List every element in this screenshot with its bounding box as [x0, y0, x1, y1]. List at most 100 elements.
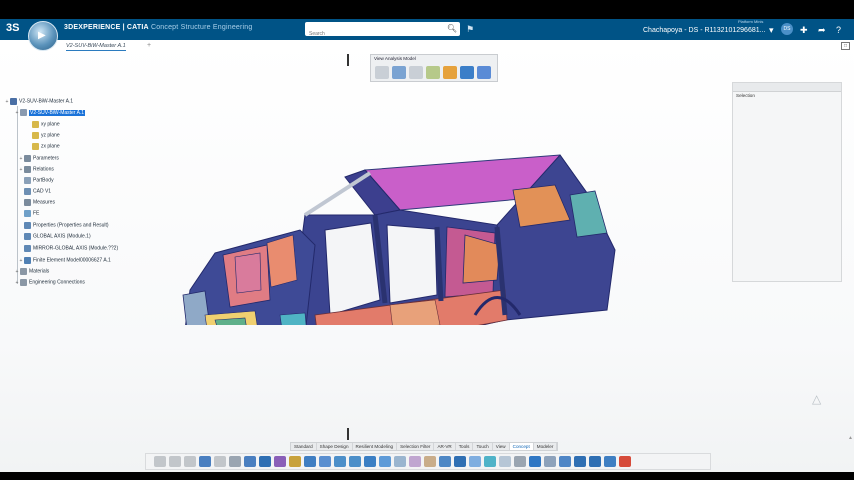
module-tab[interactable]: AR-VR [434, 443, 456, 450]
search-input[interactable] [305, 27, 445, 41]
tree-node[interactable]: MIRROR-GLOBAL AXIS (Module.??2) [18, 245, 118, 254]
tree-node-label[interactable]: Finite Element Model00006627 A.1 [33, 258, 111, 264]
tree-node-label[interactable]: yz plane [41, 133, 60, 139]
search-box[interactable]: 🔍︎ [305, 22, 460, 41]
action-tool-icon[interactable] [154, 456, 166, 467]
view-analysis-tool-icon[interactable] [443, 66, 457, 79]
action-tool-icon[interactable] [469, 456, 481, 467]
action-tool-icon[interactable] [409, 456, 421, 467]
action-tool-icon[interactable] [394, 456, 406, 467]
user-name[interactable]: Chachapoya - DS - R1132101296681... [643, 27, 765, 34]
tree-node[interactable]: + V2-SUV-BiW-Master A.1 [4, 98, 73, 107]
share-icon[interactable]: ➦ [818, 25, 826, 36]
tree-node-label[interactable]: Engineering Connections [29, 280, 85, 286]
tree-node[interactable]: + Relations [18, 166, 54, 175]
action-tool-icon[interactable] [454, 456, 466, 467]
action-tool-icon[interactable] [304, 456, 316, 467]
search-icon[interactable]: 🔍︎ [447, 24, 457, 33]
3d-viewport[interactable]: V2-SUV-BiW-Master A.1 + □ View Analysis … [0, 40, 854, 472]
tree-node-label[interactable]: zx plane [41, 144, 60, 150]
tree-node[interactable]: xy plane [26, 121, 60, 130]
tree-node[interactable]: GLOBAL AXIS (Module.1) [18, 233, 91, 242]
action-tool-icon[interactable] [334, 456, 346, 467]
action-tool-icon[interactable] [559, 456, 571, 467]
action-tool-icon[interactable] [259, 456, 271, 467]
view-analysis-tool-icon[interactable] [426, 66, 440, 79]
viewport-splitter-bottom[interactable] [347, 428, 349, 440]
view-analysis-tool-icon[interactable] [375, 66, 389, 79]
tree-node-label[interactable]: xy plane [41, 122, 60, 128]
tree-node[interactable]: + V2-SUV-BiW-Master A.1 [14, 109, 86, 118]
action-tool-icon[interactable] [289, 456, 301, 467]
help-icon[interactable]: ? [836, 25, 841, 35]
tab-document[interactable]: V2-SUV-BiW-Master A.1 [66, 43, 126, 51]
action-tool-icon[interactable] [439, 456, 451, 467]
tree-node-label[interactable]: CAD V1 [33, 189, 51, 195]
tree-node-label[interactable]: GLOBAL AXIS (Module.1) [33, 234, 91, 240]
ds-logo-icon[interactable]: 3S [6, 22, 22, 37]
new-tab-button[interactable]: + [147, 42, 151, 49]
tree-node[interactable]: CAD V1 [18, 188, 51, 197]
tree-node-label[interactable]: Relations [33, 167, 54, 173]
action-tool-icon[interactable] [604, 456, 616, 467]
view-analysis-tool-icon[interactable] [409, 66, 423, 79]
viewport-splitter-top[interactable] [347, 54, 349, 66]
action-tool-icon[interactable] [364, 456, 376, 467]
user-dropdown-chevron-icon[interactable]: ▾ [769, 25, 774, 36]
module-tab[interactable]: Concept [509, 443, 534, 450]
tree-node-label[interactable]: Measures [33, 200, 55, 206]
action-tool-icon[interactable] [349, 456, 361, 467]
module-tab[interactable]: Modeler [534, 443, 558, 450]
tag-icon[interactable]: ⚑ [466, 24, 474, 35]
module-tab[interactable]: Touch [473, 443, 493, 450]
module-tab[interactable]: Resilient Modeling [353, 443, 398, 450]
avatar[interactable]: DS [781, 23, 793, 35]
car-body-in-white-model[interactable] [175, 115, 620, 325]
maximize-icon[interactable]: □ [841, 42, 850, 50]
action-tool-icon[interactable] [619, 456, 631, 467]
action-tool-icon[interactable] [589, 456, 601, 467]
module-tab[interactable]: Standard [291, 443, 317, 450]
tree-node-label[interactable]: FE [33, 211, 39, 217]
module-tab[interactable]: Shape Design [317, 443, 353, 450]
tree-node[interactable]: zx plane [26, 143, 60, 152]
action-tool-icon[interactable] [544, 456, 556, 467]
module-tab[interactable]: Selection Filter [397, 443, 435, 450]
tree-node-label[interactable]: PartBody [33, 178, 54, 184]
tree-node-label[interactable]: Parameters [33, 156, 59, 162]
tree-node[interactable]: + Engineering Connections [14, 279, 85, 288]
compass-axis-icon[interactable]: △ [812, 392, 821, 406]
view-analysis-tool-icon[interactable] [392, 66, 406, 79]
tree-node[interactable]: Properties (Properties and Result) [18, 222, 109, 231]
tree-node-label[interactable]: Materials [29, 269, 49, 275]
action-tool-icon[interactable] [424, 456, 436, 467]
action-tool-icon[interactable] [514, 456, 526, 467]
action-tool-icon[interactable] [184, 456, 196, 467]
tree-node[interactable]: PartBody [18, 177, 54, 186]
tree-node[interactable]: + Finite Element Model00006627 A.1 [18, 257, 111, 266]
tree-node-label[interactable]: V2-SUV-BiW-Master A.1 [29, 109, 86, 116]
tree-node-label[interactable]: Properties (Properties and Result) [33, 223, 109, 229]
action-tool-icon[interactable] [274, 456, 286, 467]
action-tool-icon[interactable] [319, 456, 331, 467]
tree-node-label[interactable]: V2-SUV-BiW-Master A.1 [19, 99, 73, 105]
module-tab[interactable]: Tools [456, 443, 474, 450]
action-tool-icon[interactable] [484, 456, 496, 467]
action-tool-icon[interactable] [169, 456, 181, 467]
action-tool-icon[interactable] [214, 456, 226, 467]
selection-panel[interactable]: Selection [732, 82, 842, 282]
tree-node[interactable]: + Parameters [18, 155, 59, 164]
action-tool-icon[interactable] [199, 456, 211, 467]
view-analysis-tool-icon[interactable] [460, 66, 474, 79]
add-icon[interactable]: ✚ [800, 25, 808, 36]
action-tool-icon[interactable] [379, 456, 391, 467]
compass-icon[interactable]: ▶ [28, 21, 58, 51]
action-tool-icon[interactable] [244, 456, 256, 467]
tree-node[interactable]: FE [18, 210, 39, 219]
tree-node-label[interactable]: MIRROR-GLOBAL AXIS (Module.??2) [33, 246, 118, 252]
action-tool-icon[interactable] [229, 456, 241, 467]
scroll-arrow-icon[interactable]: ▲ [848, 435, 853, 441]
action-tool-icon[interactable] [529, 456, 541, 467]
action-tool-icon[interactable] [574, 456, 586, 467]
tree-node[interactable]: yz plane [26, 132, 60, 141]
